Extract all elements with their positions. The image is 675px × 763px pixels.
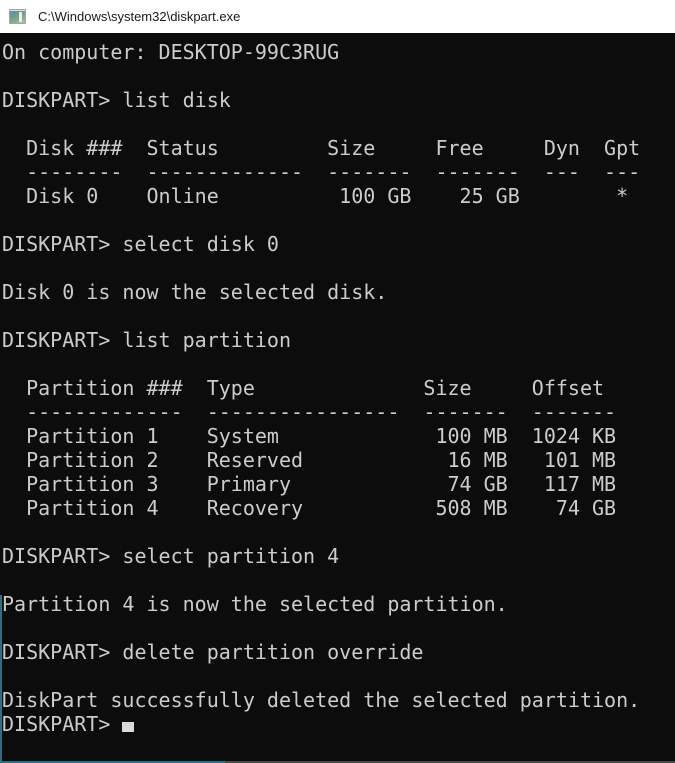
prompt-line: DISKPART>	[2, 712, 675, 736]
title-bar[interactable]: C:\Windows\system32\diskpart.exe	[0, 0, 675, 33]
terminal[interactable]: On computer: DESKTOP-99C3RUG DISKPART> l…	[0, 33, 675, 763]
terminal-output: On computer: DESKTOP-99C3RUG DISKPART> l…	[2, 40, 675, 712]
console-icon[interactable]	[9, 9, 26, 24]
window-border-accent-left	[0, 595, 2, 763]
console-window: C:\Windows\system32\diskpart.exe On comp…	[0, 0, 675, 763]
prompt-label: DISKPART>	[2, 712, 110, 736]
window-title: C:\Windows\system32\diskpart.exe	[38, 9, 240, 24]
text-cursor	[122, 722, 134, 732]
